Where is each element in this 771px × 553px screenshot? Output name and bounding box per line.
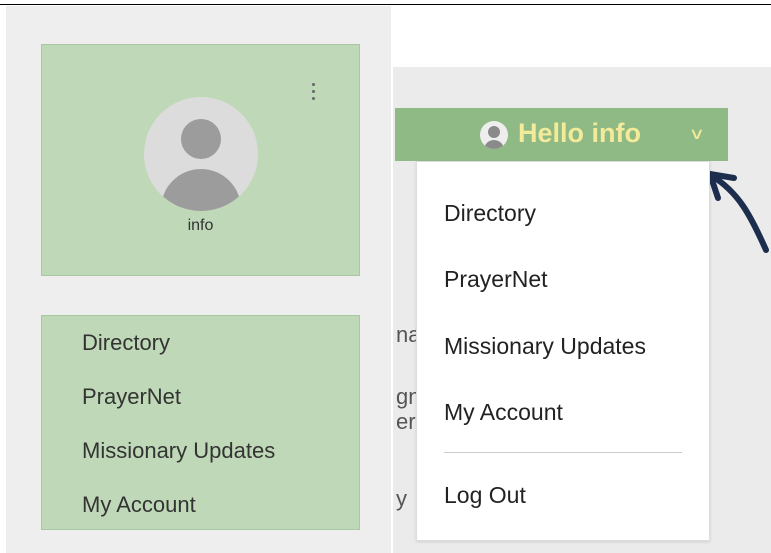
annotation-arrow-icon (707, 171, 769, 253)
left-menu-item-directory[interactable]: Directory (82, 330, 170, 356)
dropdown-item-prayernet[interactable]: PrayerNet (444, 266, 548, 293)
left-menu-item-prayernet[interactable]: PrayerNet (82, 384, 181, 410)
kebab-menu-icon[interactable] (306, 83, 320, 105)
background-text-fragment: y (396, 486, 407, 511)
profile-name: info (187, 217, 214, 234)
greeting-label: Hello info (518, 118, 641, 148)
dropdown-item-directory[interactable]: Directory (444, 200, 536, 227)
left-nav-menu: Directory PrayerNet Missionary Updates M… (41, 315, 360, 530)
user-dropdown-menu: Directory PrayerNet Missionary Updates M… (416, 161, 710, 541)
dropdown-item-my-account[interactable]: My Account (444, 399, 563, 426)
left-menu-item-my-account[interactable]: My Account (82, 492, 196, 518)
user-avatar-icon (480, 121, 508, 149)
profile-card: info (41, 44, 360, 276)
user-menu-toggle[interactable]: Hello info ∨ (395, 108, 728, 161)
left-menu-item-missionary-updates[interactable]: Missionary Updates (82, 438, 275, 464)
user-avatar-icon (144, 97, 258, 211)
logout-menu-item[interactable]: Log Out (444, 482, 526, 509)
top-border-line (0, 4, 771, 5)
left-panel: info Directory PrayerNet Missionary Upda… (6, 6, 391, 553)
dropdown-item-missionary-updates[interactable]: Missionary Updates (444, 333, 646, 360)
dropdown-divider (444, 452, 682, 453)
background-text-fragment: er (396, 409, 416, 434)
chevron-down-icon: ∨ (688, 126, 706, 143)
